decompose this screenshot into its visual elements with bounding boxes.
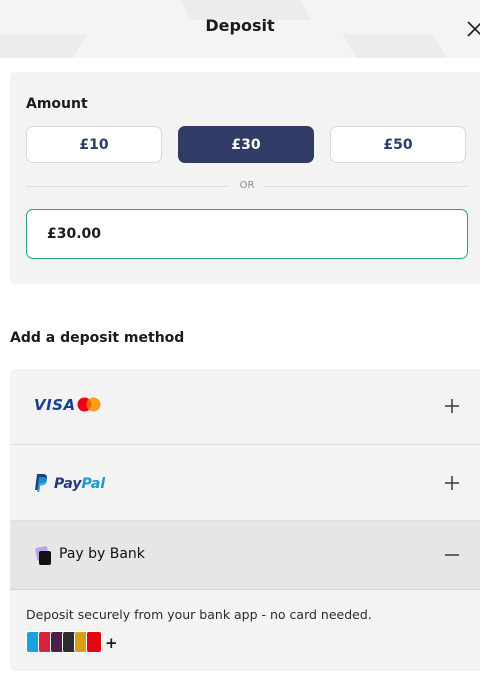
plus-icon[interactable] [444, 398, 460, 414]
or-divider-text: OR [239, 180, 255, 191]
paypal-wordmark: PayPal [54, 476, 105, 492]
modal-header: Deposit [0, 0, 480, 58]
more-banks-indicator: + [105, 634, 118, 652]
method-paypal-row[interactable]: PayPal [10, 445, 480, 520]
method-pay-by-bank-row[interactable]: Pay by Bank [10, 521, 480, 589]
or-divider-right [264, 186, 468, 187]
amount-panel: Amount £10 £30 £50 OR [10, 72, 480, 284]
amount-label: Amount [26, 96, 88, 112]
preset-amount-30-button[interactable]: £30 [178, 126, 314, 163]
deposit-method-heading: Add a deposit method [10, 330, 185, 346]
or-divider-left [26, 186, 228, 187]
header-decoration [0, 34, 88, 58]
pay-by-bank-label: Pay by Bank [59, 546, 145, 562]
close-icon[interactable] [466, 20, 480, 38]
paypal-wordmark-pal: Pal [81, 476, 106, 492]
pay-by-bank-icon [35, 546, 53, 566]
amount-input[interactable] [26, 209, 468, 259]
pay-by-bank-details: Deposit securely from your bank app - no… [10, 590, 480, 671]
deposit-methods-list: VISA PayPal Pay by Bank Deposit securely… [10, 369, 480, 671]
pay-by-bank-description: Deposit securely from your bank app - no… [26, 607, 372, 622]
mastercard-logo [77, 397, 101, 412]
method-card-row[interactable]: VISA [10, 369, 480, 444]
paypal-p-icon [34, 473, 48, 493]
preset-amount-50-button[interactable]: £50 [330, 126, 466, 163]
plus-icon[interactable] [444, 475, 460, 491]
bank-icon [86, 631, 102, 653]
header-decoration [342, 34, 468, 58]
preset-amount-10-button[interactable]: £10 [26, 126, 162, 163]
minus-icon[interactable] [444, 547, 460, 563]
paypal-wordmark-pay: Pay [54, 476, 82, 492]
page-title: Deposit [205, 16, 275, 35]
visa-logo: VISA [34, 396, 76, 414]
